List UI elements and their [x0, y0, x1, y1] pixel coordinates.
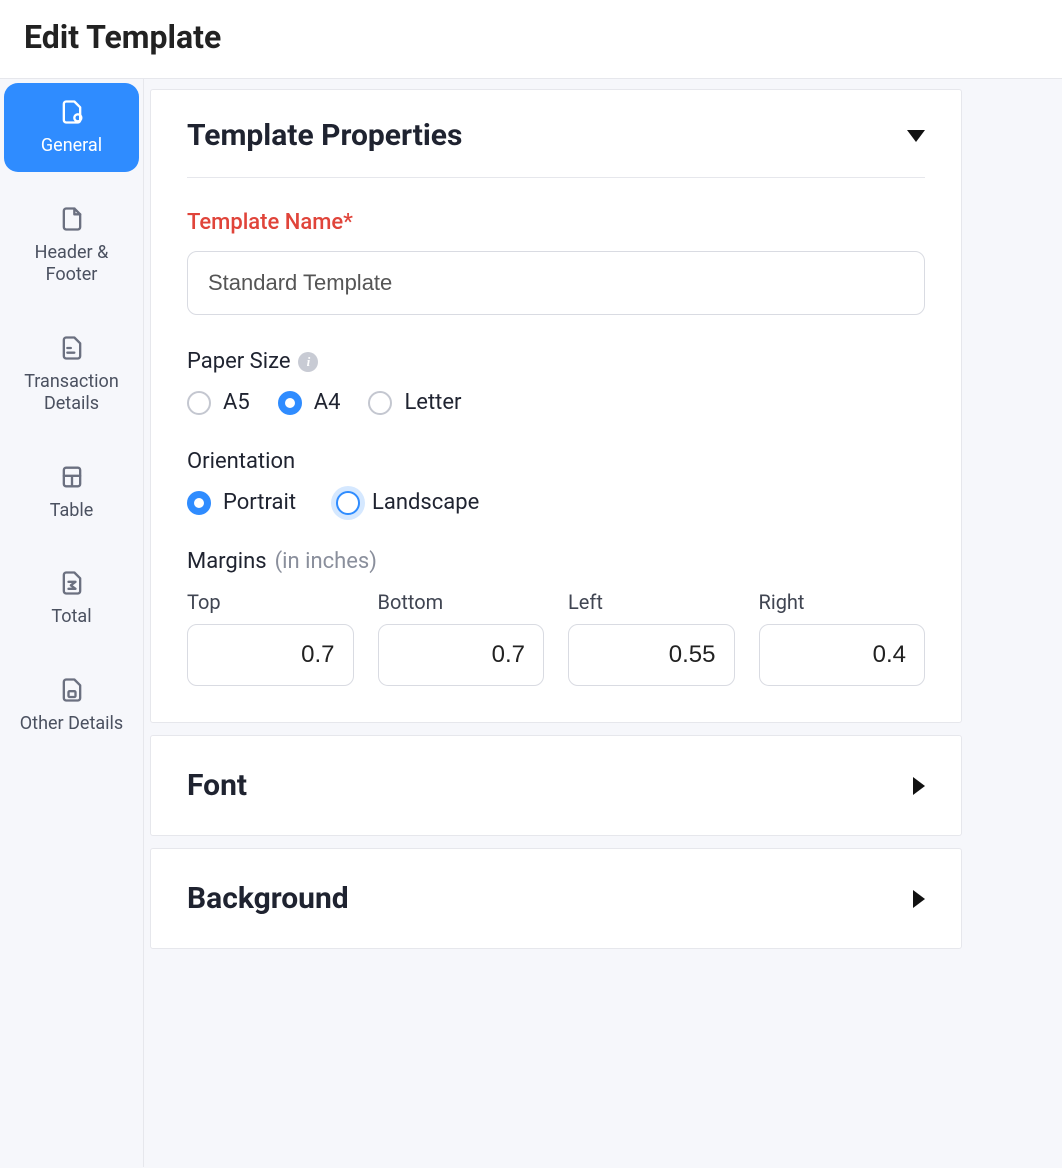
margins-label: Margins (in inches): [187, 549, 925, 574]
other-details-icon: [57, 675, 87, 705]
radio-icon: [187, 391, 211, 415]
total-icon: [57, 568, 87, 598]
info-icon[interactable]: i: [298, 352, 318, 372]
main-content: Template Properties Template Name* Paper…: [144, 79, 1062, 1167]
sidebar-item-label: Other Details: [20, 713, 123, 736]
background-panel-toggle[interactable]: Background: [151, 849, 961, 948]
font-panel-toggle[interactable]: Font: [151, 736, 961, 835]
sidebar-item-label: Header & Footer: [10, 242, 133, 287]
template-properties-toggle[interactable]: Template Properties: [151, 90, 961, 177]
margin-bottom-label: Bottom: [378, 590, 545, 614]
margin-left-label: Left: [568, 590, 735, 614]
margin-bottom-input[interactable]: [378, 624, 545, 686]
chevron-right-icon: [913, 777, 925, 795]
paper-size-label: Paper Size i: [187, 349, 925, 374]
chevron-right-icon: [913, 890, 925, 908]
sidebar-item-general[interactable]: General: [4, 83, 139, 172]
page-title: Edit Template: [24, 18, 1038, 56]
paper-size-field: Paper Size i A5 A4: [187, 349, 925, 415]
sidebar-item-table[interactable]: Table: [4, 448, 139, 537]
divider: [187, 177, 925, 178]
sidebar-item-label: General: [41, 135, 102, 158]
radio-icon: [187, 491, 211, 515]
panel-title: Font: [187, 768, 247, 803]
sidebar-item-total[interactable]: Total: [4, 554, 139, 643]
template-properties-panel: Template Properties Template Name* Paper…: [150, 89, 962, 723]
paper-size-letter[interactable]: Letter: [368, 390, 461, 415]
margin-top-label: Top: [187, 590, 354, 614]
margins-field: Margins (in inches) Top Bottom: [187, 549, 925, 686]
template-name-label: Template Name*: [187, 210, 925, 235]
chevron-down-icon: [907, 130, 925, 142]
sidebar-item-label: Transaction Details: [10, 371, 133, 416]
sidebar-item-transaction-details[interactable]: Transaction Details: [4, 319, 139, 430]
template-name-input[interactable]: [187, 251, 925, 315]
orientation-landscape[interactable]: Landscape: [336, 490, 479, 515]
radio-icon: [278, 391, 302, 415]
margin-right-label: Right: [759, 590, 926, 614]
margin-left-input[interactable]: [568, 624, 735, 686]
sidebar-item-label: Total: [51, 606, 91, 629]
sidebar-item-other-details[interactable]: Other Details: [4, 661, 139, 750]
transaction-details-icon: [57, 333, 87, 363]
radio-icon: [368, 391, 392, 415]
orientation-field: Orientation Portrait Landscape: [187, 449, 925, 515]
template-name-field: Template Name*: [187, 210, 925, 315]
font-panel: Font: [150, 735, 962, 836]
orientation-portrait[interactable]: Portrait: [187, 490, 296, 515]
header-footer-icon: [57, 204, 87, 234]
background-panel: Background: [150, 848, 962, 949]
margin-right-input[interactable]: [759, 624, 926, 686]
table-icon: [57, 462, 87, 492]
margin-top-input[interactable]: [187, 624, 354, 686]
general-icon: [57, 97, 87, 127]
radio-icon: [336, 491, 360, 515]
sidebar-item-header-footer[interactable]: Header & Footer: [4, 190, 139, 301]
sidebar-item-label: Table: [50, 500, 94, 523]
panel-title: Template Properties: [187, 118, 462, 153]
orientation-label: Orientation: [187, 449, 925, 474]
panel-title: Background: [187, 881, 349, 916]
sidebar: General Header & Footer Transaction Deta…: [0, 79, 144, 1167]
paper-size-a4[interactable]: A4: [278, 390, 341, 415]
paper-size-a5[interactable]: A5: [187, 390, 250, 415]
page-header: Edit Template: [0, 0, 1062, 79]
